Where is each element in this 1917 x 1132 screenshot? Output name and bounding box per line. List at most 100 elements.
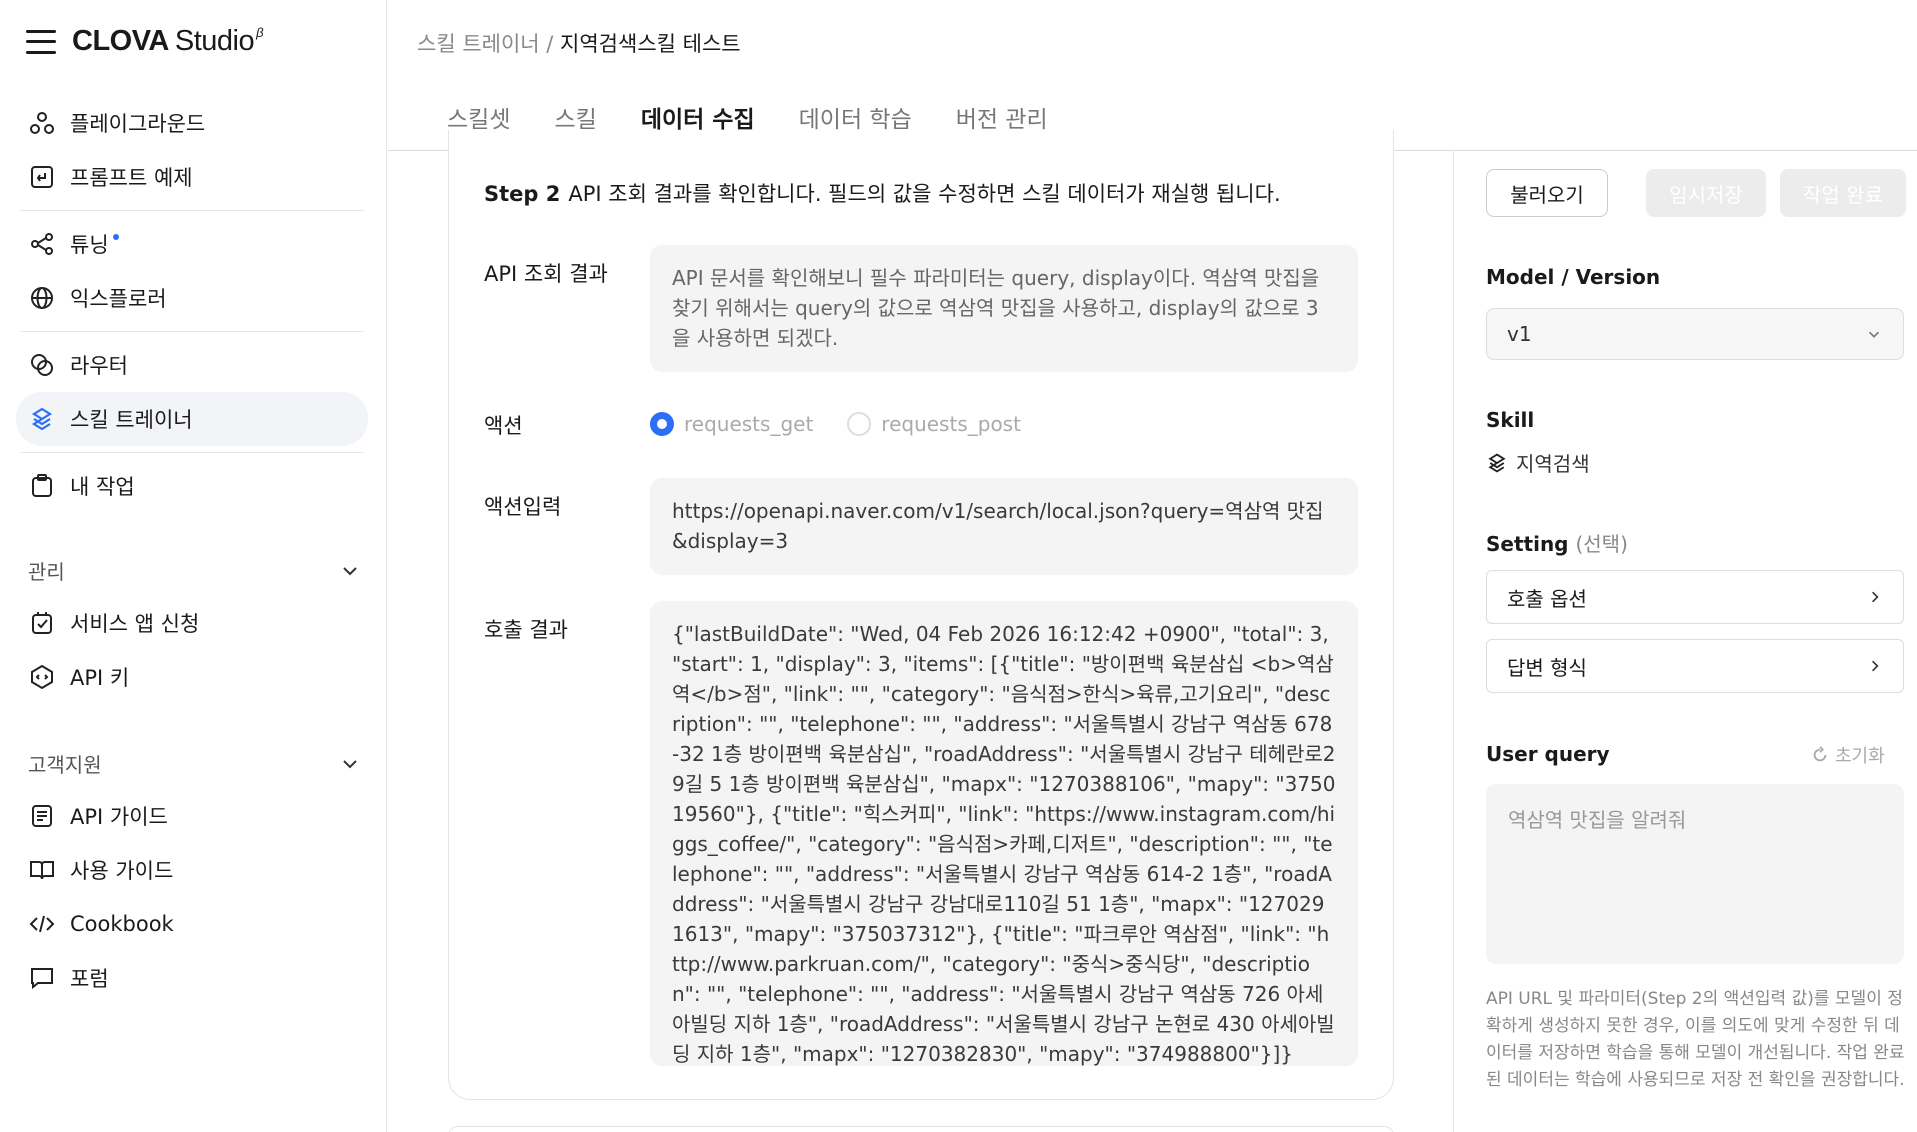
action-input-field[interactable]: https://openapi.naver.com/v1/search/loca… bbox=[650, 478, 1358, 575]
radio-requests-get[interactable] bbox=[650, 412, 674, 436]
call-options-label: 호출 옵션 bbox=[1507, 586, 1587, 611]
call-result-field[interactable]: {"lastBuildDate": "Wed, 04 Feb 2026 16:1… bbox=[650, 601, 1358, 1066]
sidebar-item-forum[interactable]: 포럼 bbox=[16, 951, 368, 1005]
globe-icon bbox=[28, 284, 56, 312]
menu-icon[interactable] bbox=[26, 29, 56, 54]
section-manage[interactable]: 관리 bbox=[28, 556, 360, 585]
answer-format-button[interactable]: 답변 형식 bbox=[1486, 639, 1904, 693]
divider bbox=[20, 452, 364, 453]
logo-beta: β bbox=[256, 25, 264, 40]
radio-requests-post[interactable] bbox=[847, 412, 872, 436]
action-radio-group: requests_get requests_post bbox=[650, 412, 1021, 436]
router-icon bbox=[28, 351, 56, 379]
sidebar-item-label: 포럼 bbox=[70, 967, 109, 991]
book-icon bbox=[28, 856, 56, 884]
reset-button[interactable]: 초기화 bbox=[1811, 742, 1885, 768]
sidebar-item-label: 내 작업 bbox=[70, 475, 135, 499]
skill-label: Skill bbox=[1486, 408, 1535, 432]
skill-value: 지역검색 bbox=[1486, 448, 1590, 477]
model-version-value: v1 bbox=[1507, 322, 1532, 346]
chevron-right-icon bbox=[1872, 660, 1879, 672]
sidebar-item-service-app[interactable]: 서비스 앱 신청 bbox=[16, 596, 368, 650]
api-key-icon bbox=[28, 663, 56, 691]
sidebar: CLOVA Studio β 플레이그라운드 프롬프트 예제 튜닝 익스플로러 … bbox=[0, 0, 387, 1132]
setting-optional: (선택) bbox=[1575, 532, 1628, 556]
setting-title: Setting bbox=[1486, 532, 1569, 556]
chevron-down-icon bbox=[343, 759, 357, 768]
breadcrumb: 스킬 트레이너 / 지역검색스킬 테스트 bbox=[417, 28, 741, 58]
sidebar-item-label: Cookbook bbox=[70, 912, 174, 936]
chevron-down-icon bbox=[343, 566, 357, 575]
playground-icon bbox=[28, 109, 56, 137]
divider bbox=[20, 331, 364, 332]
load-button[interactable]: 불러오기 bbox=[1486, 169, 1608, 217]
prompt-example-icon bbox=[28, 163, 56, 191]
section-support-label: 고객지원 bbox=[28, 753, 102, 777]
sidebar-item-label: 사용 가이드 bbox=[70, 859, 174, 883]
sidebar-item-prompt-example[interactable]: 프롬프트 예제 bbox=[16, 150, 368, 204]
sidebar-item-label: 서비스 앱 신청 bbox=[70, 612, 200, 636]
breadcrumb-current: 지역검색스킬 테스트 bbox=[560, 32, 741, 56]
sidebar-item-label: API 가이드 bbox=[70, 805, 168, 829]
sidebar-nav: 플레이그라운드 프롬프트 예제 튜닝 익스플로러 라우터 스킬 트레이너 내 작… bbox=[16, 96, 368, 513]
brand: CLOVA Studio β bbox=[26, 25, 264, 58]
radio-requests-get-label: requests_get bbox=[684, 412, 814, 436]
logo[interactable]: CLOVA Studio β bbox=[72, 25, 264, 58]
api-result-text: API 문서를 확인해보니 필수 파라미터는 query, display이다.… bbox=[650, 245, 1358, 372]
sidebar-item-my-work[interactable]: 내 작업 bbox=[16, 459, 368, 513]
api-result-label: API 조회 결과 bbox=[484, 262, 608, 286]
step-heading: Step 2 API 조회 결과를 확인합니다. 필드의 값을 수정하면 스킬 데… bbox=[484, 178, 1281, 208]
step-description: API 조회 결과를 확인합니다. 필드의 값을 수정하면 스킬 데이터가 재실… bbox=[568, 182, 1281, 206]
logo-studio: Studio bbox=[174, 25, 255, 57]
model-version-select[interactable]: v1 bbox=[1486, 308, 1904, 360]
skill-trainer-icon bbox=[28, 405, 56, 433]
code-icon bbox=[28, 910, 56, 938]
sidebar-item-router[interactable]: 라우터 bbox=[16, 338, 368, 392]
chevron-down-icon bbox=[1868, 331, 1880, 338]
refresh-icon bbox=[1813, 746, 1827, 762]
section-support[interactable]: 고객지원 bbox=[28, 749, 360, 778]
complete-button[interactable]: 작업 완료 bbox=[1780, 169, 1906, 217]
divider bbox=[20, 210, 364, 211]
sidebar-item-cookbook[interactable]: Cookbook bbox=[16, 897, 368, 951]
new-badge-dot bbox=[112, 234, 119, 240]
sidebar-item-label: API 키 bbox=[70, 666, 130, 690]
section-manage-label: 관리 bbox=[28, 560, 65, 584]
temp-save-button[interactable]: 임시저장 bbox=[1646, 169, 1766, 217]
step-label: Step 2 bbox=[484, 182, 561, 206]
sidebar-item-api-key[interactable]: API 키 bbox=[16, 650, 368, 704]
chevron-right-icon bbox=[1872, 591, 1879, 603]
sidebar-item-label: 익스플로러 bbox=[70, 287, 167, 311]
user-query-input[interactable]: 역삼역 맛집을 알려줘 bbox=[1486, 784, 1904, 964]
next-step-card bbox=[448, 1126, 1394, 1132]
radio-requests-post-label: requests_post bbox=[881, 412, 1021, 436]
doc-icon bbox=[28, 802, 56, 830]
user-query-label: User query bbox=[1486, 742, 1610, 766]
breadcrumb-separator: / bbox=[539, 32, 561, 56]
answer-format-label: 답변 형식 bbox=[1507, 655, 1587, 680]
help-text: API URL 및 파라미터(Step 2의 액션입력 값)를 모델이 정확하게… bbox=[1486, 989, 1905, 1090]
sidebar-item-api-guide[interactable]: API 가이드 bbox=[16, 789, 368, 843]
model-version-label: Model / Version bbox=[1486, 265, 1661, 289]
reset-label: 초기화 bbox=[1835, 746, 1885, 767]
sidebar-item-label: 프롬프트 예제 bbox=[70, 166, 193, 190]
clipboard-icon bbox=[28, 472, 56, 500]
sidebar-item-skill-trainer[interactable]: 스킬 트레이너 bbox=[16, 392, 368, 446]
sidebar-item-label: 라우터 bbox=[70, 354, 128, 378]
sidebar-item-tuning[interactable]: 튜닝 bbox=[16, 217, 368, 271]
chat-icon bbox=[28, 964, 56, 992]
skill-icon bbox=[1488, 452, 1506, 473]
call-result-label: 호출 결과 bbox=[484, 618, 568, 642]
skill-name: 지역검색 bbox=[1516, 452, 1590, 476]
action-input-label: 액션입력 bbox=[484, 495, 562, 519]
breadcrumb-parent[interactable]: 스킬 트레이너 bbox=[417, 32, 540, 56]
sidebar-item-user-guide[interactable]: 사용 가이드 bbox=[16, 843, 368, 897]
sidebar-item-label: 플레이그라운드 bbox=[70, 112, 206, 136]
call-options-button[interactable]: 호출 옵션 bbox=[1486, 570, 1904, 624]
app-check-icon bbox=[28, 609, 56, 637]
tuning-icon bbox=[28, 230, 56, 258]
sidebar-item-playground[interactable]: 플레이그라운드 bbox=[16, 96, 368, 150]
sidebar-item-explorer[interactable]: 익스플로러 bbox=[16, 271, 368, 325]
action-label: 액션 bbox=[484, 414, 523, 438]
logo-clova: CLOVA bbox=[72, 25, 169, 57]
